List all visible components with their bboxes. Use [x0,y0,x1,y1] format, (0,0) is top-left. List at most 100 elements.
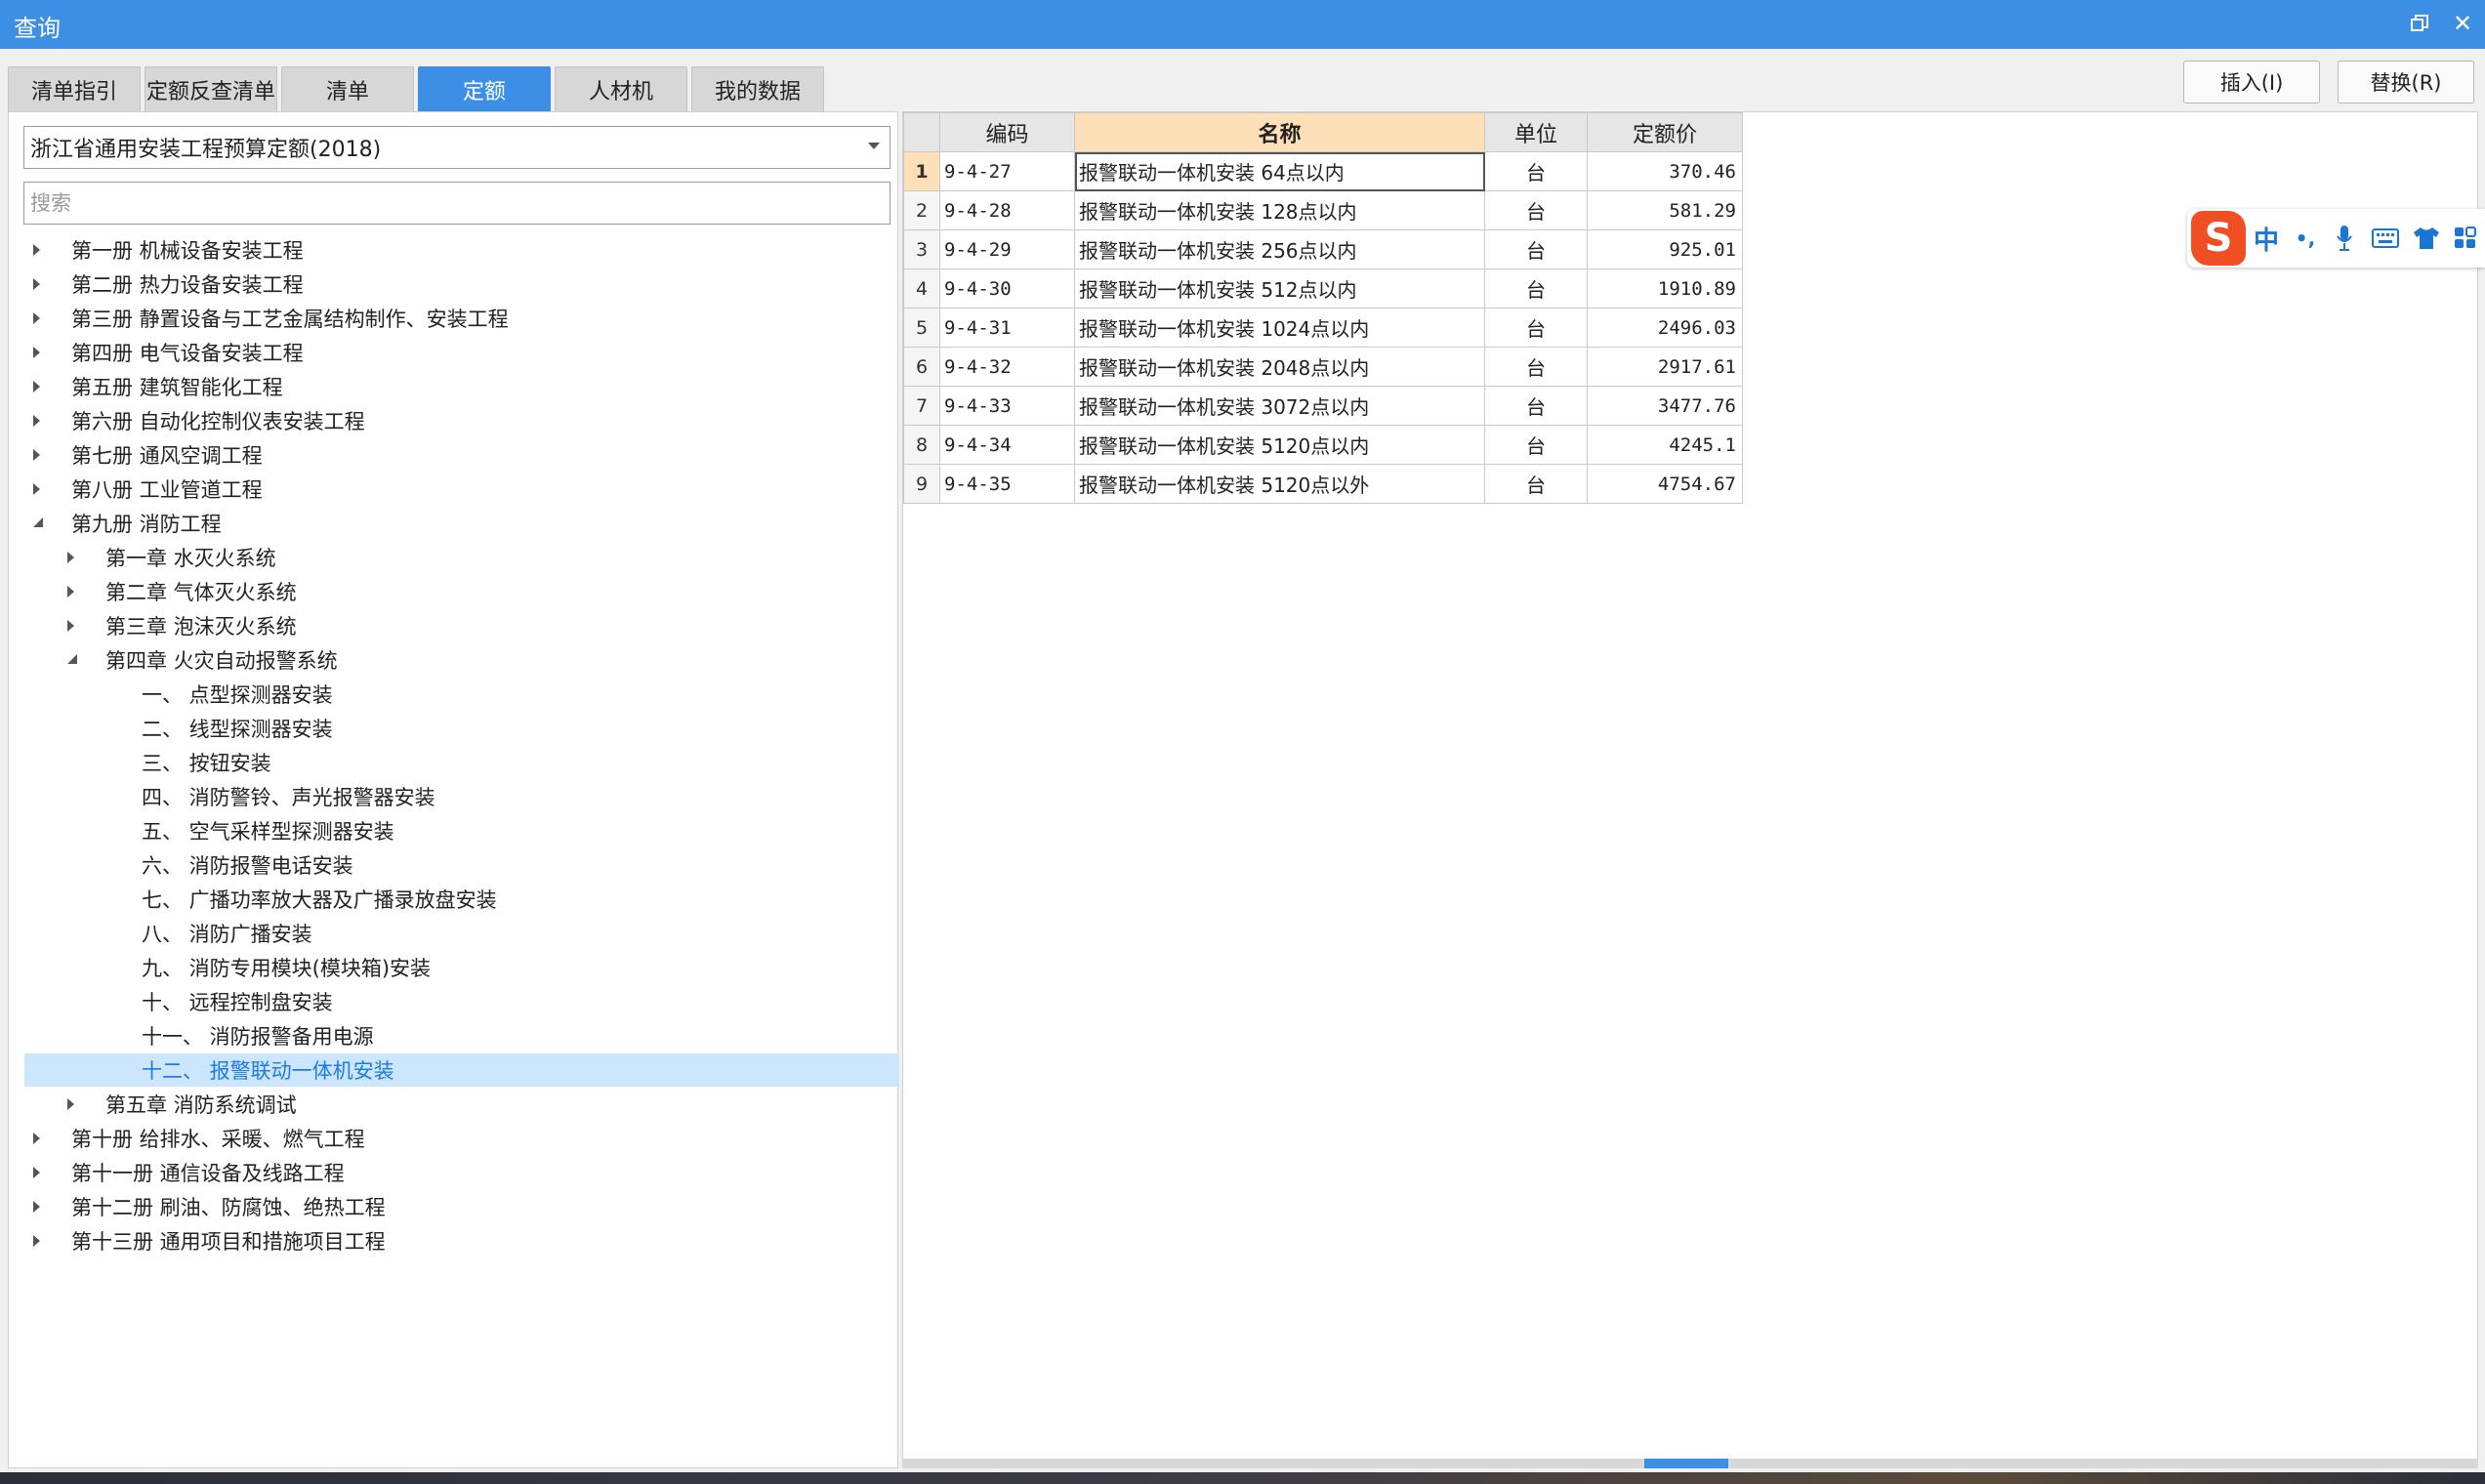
cell-name[interactable]: 报警联动一体机安装 2048点以内 [1074,347,1485,387]
cell-price[interactable]: 4245.1 [1587,425,1743,465]
cell-price[interactable]: 4754.67 [1587,464,1743,504]
tab-quota-reverse-lookup[interactable]: 定额反查清单 [145,66,277,111]
cell-name[interactable]: 报警联动一体机安装 64点以内 [1074,151,1485,191]
collapse-arrow-icon[interactable] [33,1167,40,1178]
tab-my-data[interactable]: 我的数据 [691,66,824,111]
row-number[interactable]: 8 [903,425,940,465]
cell-unit[interactable]: 台 [1484,268,1588,309]
table-row[interactable]: 9 9-4-35 报警联动一体机安装 5120点以外台 4754.67 [903,464,1743,504]
collapse-arrow-icon[interactable] [67,586,74,598]
cell-unit[interactable]: 台 [1484,308,1588,348]
cell-code[interactable]: 9-4-28 [939,190,1075,230]
collapse-arrow-icon[interactable] [67,620,74,632]
cell-unit[interactable]: 台 [1484,229,1588,269]
table-row[interactable]: 5 9-4-31 报警联动一体机安装 1024点以内台 2496.03 [903,308,1743,348]
tree-node[interactable]: 四、 消防警铃、声光报警器安装 [24,780,899,813]
collapse-arrow-icon[interactable] [33,244,40,256]
table-row[interactable]: 3 9-4-29 报警联动一体机安装 256点以内台 925.01 [903,229,1743,269]
collapse-arrow-icon[interactable] [33,483,40,495]
cell-name[interactable]: 报警联动一体机安装 512点以内 [1074,268,1485,309]
expand-arrow-icon[interactable] [33,517,43,527]
tree-node[interactable]: 十、 远程控制盘安装 [24,985,899,1018]
table-row[interactable]: 2 9-4-28 报警联动一体机安装 128点以内台 581.29 [903,190,1743,230]
collapse-arrow-icon[interactable] [33,415,40,427]
horizontal-scrollbar[interactable] [902,1459,2478,1468]
tab-quota[interactable]: 定额 [418,66,551,111]
sogou-logo-icon[interactable]: S [2191,211,2246,266]
table-row[interactable]: 4 9-4-30 报警联动一体机安装 512点以内台 1910.89 [903,268,1743,309]
collapse-arrow-icon[interactable] [33,347,40,358]
tree-node[interactable]: 八、 消防广播安装 [24,917,899,950]
close-icon[interactable]: ✕ [2445,6,2480,41]
tree-node[interactable]: 第十三册 通用项目和措施项目工程 [24,1224,899,1257]
cell-price[interactable]: 2496.03 [1587,308,1743,348]
cell-name[interactable]: 报警联动一体机安装 1024点以内 [1074,308,1485,348]
row-number[interactable]: 4 [903,268,940,309]
cell-name[interactable]: 报警联动一体机安装 3072点以内 [1074,386,1485,426]
tab-bill-guide[interactable]: 清单指引 [8,66,141,111]
shirt-icon[interactable] [2410,223,2443,254]
tree-node[interactable]: 第一册 机械设备安装工程 [24,233,899,267]
tree-node[interactable]: 二、 线型探测器安装 [24,712,899,745]
column-header-name[interactable]: 名称 [1074,112,1485,152]
row-number[interactable]: 5 [903,308,940,348]
column-header-code[interactable]: 编码 [939,112,1075,152]
row-number[interactable]: 7 [903,386,940,426]
cell-unit[interactable]: 台 [1484,464,1588,504]
cell-unit[interactable]: 台 [1484,386,1588,426]
tree-node[interactable]: 第七册 通风空调工程 [24,438,899,472]
cell-price[interactable]: 1910.89 [1587,268,1743,309]
collapse-arrow-icon[interactable] [67,552,74,563]
cell-unit[interactable]: 台 [1484,151,1588,191]
collapse-arrow-icon[interactable] [33,278,40,290]
tree-node[interactable]: 六、 消防报警电话安装 [24,848,899,882]
tree-node[interactable]: 第五册 建筑智能化工程 [24,370,899,403]
tree-node[interactable]: 第五章 消防系统调试 [24,1088,899,1121]
cell-price[interactable]: 370.46 [1587,151,1743,191]
scrollbar-thumb[interactable] [1644,1459,1728,1468]
tree-node[interactable]: 五、 空气采样型探测器安装 [24,814,899,847]
grid-icon[interactable] [2449,223,2482,254]
insert-button[interactable]: 插入(I) [2183,61,2320,103]
expand-arrow-icon[interactable] [67,654,77,664]
cell-price[interactable]: 925.01 [1587,229,1743,269]
tree-node[interactable]: 第三章 泡沫灭火系统 [24,609,899,642]
tree-node[interactable]: 第二册 热力设备安装工程 [24,268,899,301]
collapse-arrow-icon[interactable] [33,1133,40,1144]
column-header-price[interactable]: 定额价 [1587,112,1743,152]
tab-labor-material-machine[interactable]: 人材机 [555,66,687,111]
collapse-arrow-icon[interactable] [67,1098,74,1110]
punctuation-icon[interactable]: •, [2289,223,2322,254]
cell-code[interactable]: 9-4-31 [939,308,1075,348]
tree-node[interactable]: 第八册 工业管道工程 [24,473,899,506]
cell-price[interactable]: 3477.76 [1587,386,1743,426]
tree-node[interactable]: 第三册 静置设备与工艺金属结构制作、安装工程 [24,302,899,335]
tab-bill[interactable]: 清单 [281,66,414,111]
cell-name[interactable]: 报警联动一体机安装 256点以内 [1074,229,1485,269]
row-number[interactable]: 2 [903,190,940,230]
table-row[interactable]: 7 9-4-33 报警联动一体机安装 3072点以内台 3477.76 [903,386,1743,426]
cell-code[interactable]: 9-4-34 [939,425,1075,465]
cell-unit[interactable]: 台 [1484,190,1588,230]
restore-icon[interactable] [2402,6,2437,41]
tree-node[interactable]: 第二章 气体灭火系统 [24,575,899,608]
row-number[interactable]: 6 [903,347,940,387]
cell-price[interactable]: 2917.61 [1587,347,1743,387]
mic-icon[interactable] [2328,223,2361,254]
tree-node[interactable]: 第四章 火灾自动报警系统 [24,643,899,677]
tree-node[interactable]: 七、 广播功率放大器及广播录放盘安装 [24,883,899,916]
cell-code[interactable]: 9-4-29 [939,229,1075,269]
ime-mode-chinese[interactable]: 中 [2250,223,2283,256]
tree-node[interactable]: 第十册 给排水、采暖、燃气工程 [24,1122,899,1155]
keyboard-icon[interactable] [2369,223,2402,254]
cell-code[interactable]: 9-4-33 [939,386,1075,426]
cell-code[interactable]: 9-4-32 [939,347,1075,387]
cell-unit[interactable]: 台 [1484,347,1588,387]
row-number[interactable]: 1 [903,151,940,191]
tree-node[interactable]: 九、 消防专用模块(模块箱)安装 [24,951,899,984]
cell-code[interactable]: 9-4-30 [939,268,1075,309]
tree-node[interactable]: 第一章 水灭火系统 [24,541,899,574]
column-header-unit[interactable]: 单位 [1484,112,1588,152]
table-row[interactable]: 1 9-4-27 报警联动一体机安装 64点以内台 370.46 [903,151,1743,191]
collapse-arrow-icon[interactable] [33,312,40,324]
